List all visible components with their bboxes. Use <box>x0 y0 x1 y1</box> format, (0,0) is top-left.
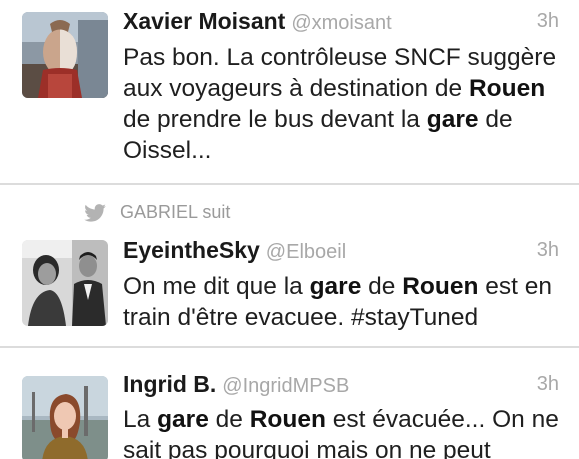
text-segment: de <box>361 273 403 300</box>
tweet-header: Ingrid B. @IngridMPSB 3h <box>123 371 559 401</box>
context-label: GABRIEL suit <box>120 202 231 222</box>
avatar[interactable] <box>22 12 108 98</box>
tweet-divider <box>0 346 579 348</box>
author-handle[interactable]: @Elboeil <box>266 241 346 263</box>
text-segment: de <box>208 406 250 433</box>
avatar[interactable] <box>22 240 108 326</box>
tweet-header: Xavier Moisant @xmoisant 3h <box>123 8 559 38</box>
tweet-timestamp: 3h <box>536 239 559 261</box>
tweet-text: La gare de Rouen est évacuée... On ne sa… <box>123 404 563 459</box>
highlight-term: Rouen <box>402 273 479 300</box>
author-name[interactable]: EyeintheSky <box>123 237 260 263</box>
highlight-term: Rouen <box>468 75 546 102</box>
avatar-image <box>22 240 108 326</box>
tweet-text: On me dit que la gare de Rouen est en tr… <box>123 271 563 333</box>
twitter-bird-icon <box>84 203 106 222</box>
highlight-term: gare <box>426 106 479 133</box>
avatar-image <box>22 376 108 459</box>
tweet-divider <box>0 183 579 185</box>
avatar[interactable] <box>22 376 108 459</box>
tweet-item[interactable]: GABRIEL suit EyeintheSky @Elboeil 3h On m… <box>0 186 579 346</box>
highlight-term: gare <box>309 273 362 300</box>
highlight-term: Rouen <box>249 406 326 433</box>
tweet-item[interactable]: Ingrid B. @IngridMPSB 3h La gare de Rouen… <box>0 349 579 459</box>
tweet-item[interactable]: Xavier Moisant @xmoisant 3h Pas bon. La c… <box>0 0 579 183</box>
tweet-timeline: Xavier Moisant @xmoisant 3h Pas bon. La c… <box>0 0 579 459</box>
author-handle[interactable]: @xmoisant <box>291 12 391 34</box>
social-context[interactable]: GABRIEL suit <box>84 202 230 226</box>
author-name[interactable]: Xavier Moisant <box>123 8 285 34</box>
text-segment: de prendre le bus devant la <box>123 106 427 133</box>
tweet-timestamp: 3h <box>536 10 559 32</box>
tweet-timestamp: 3h <box>536 373 559 395</box>
text-segment: La <box>123 406 158 433</box>
text-segment: On me dit que la <box>123 273 310 300</box>
author-handle[interactable]: @IngridMPSB <box>222 375 349 397</box>
author-name[interactable]: Ingrid B. <box>123 371 216 397</box>
tweet-text: Pas bon. La contrôleuse SNCF suggère aux… <box>123 42 563 166</box>
avatar-image <box>22 12 108 98</box>
tweet-header: EyeintheSky @Elboeil 3h <box>123 237 559 267</box>
highlight-term: gare <box>157 406 209 433</box>
